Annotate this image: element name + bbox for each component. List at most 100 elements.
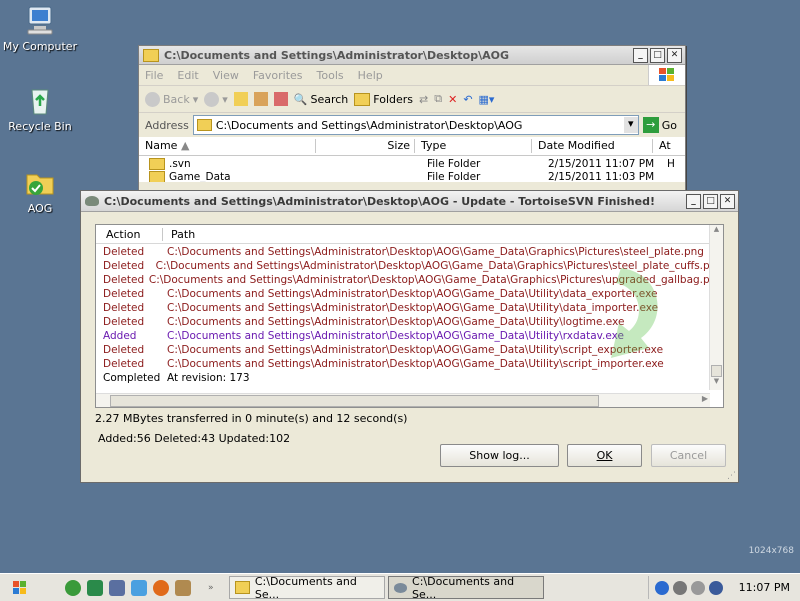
column-name[interactable]: Name ▲	[139, 139, 316, 153]
file-row[interactable]: .svn File Folder 2/15/2011 11:07 PM H	[139, 156, 685, 171]
ok-button[interactable]: OK	[567, 444, 642, 467]
menu-file[interactable]: File	[145, 69, 163, 82]
result-action: Deleted	[103, 316, 145, 328]
file-name: Game_Data	[169, 171, 231, 182]
chevron-down-icon: ▾	[222, 92, 228, 106]
explorer-titlebar[interactable]: C:\Documents and Settings\Administrator\…	[139, 46, 685, 65]
file-row[interactable]: Game_Data File Folder 2/15/2011 11:03 PM	[139, 171, 685, 182]
folder-icon	[149, 171, 165, 182]
dialog-titlebar[interactable]: C:\Documents and Settings\Administrator\…	[81, 191, 738, 212]
close-button[interactable]: ✕	[720, 193, 735, 209]
column-size[interactable]: Size	[316, 139, 415, 153]
search-label: Search	[310, 92, 349, 106]
desktop-icon-recycle-bin[interactable]: Recycle Bin	[0, 84, 80, 133]
back-label: Back	[163, 92, 190, 106]
forward-button[interactable]: ▾	[204, 91, 228, 107]
menu-tools[interactable]: Tools	[317, 69, 344, 82]
folder-icon	[196, 119, 212, 131]
column-action[interactable]: Action	[96, 227, 163, 241]
result-action: Deleted	[103, 260, 145, 272]
menu-view[interactable]: View	[213, 69, 239, 82]
taskbar-svn-button[interactable]: C:\Documents and Se...	[387, 574, 544, 601]
green-app-icon[interactable]	[87, 579, 103, 596]
address-label: Address	[145, 118, 189, 132]
close-button[interactable]: ✕	[667, 47, 682, 63]
minimize-button[interactable]: _	[633, 47, 648, 63]
scroll-right-icon[interactable]: ▶	[702, 394, 708, 403]
column-attributes[interactable]: At	[653, 139, 679, 153]
cancel-button: Cancel	[651, 444, 726, 467]
cheetah-icon[interactable]	[175, 579, 191, 596]
security-icon[interactable]	[672, 580, 687, 595]
search-button[interactable]: 🔍 Search	[294, 93, 349, 106]
undo-icon[interactable]: ↶	[463, 93, 472, 106]
scrollbar-thumb[interactable]	[110, 395, 599, 407]
show-desktop-icon[interactable]	[109, 579, 125, 596]
desktop-icon-aog[interactable]: AOG	[0, 166, 80, 215]
windows-logo-icon	[13, 580, 26, 594]
forward-arrow-icon	[204, 91, 220, 107]
result-action: Completed	[103, 372, 161, 384]
views-icon[interactable]: ▦▾	[479, 93, 495, 106]
copy-to-icon[interactable]: ⧉	[434, 92, 442, 106]
menu-edit[interactable]: Edit	[177, 69, 198, 82]
windows-logo-icon	[648, 65, 685, 85]
scroll-down-icon[interactable]: ▼	[710, 377, 723, 389]
vertical-scrollbar[interactable]: ▲ ▼	[709, 225, 723, 390]
svn-commit-icon[interactable]	[253, 92, 268, 106]
svn-folder-icon	[24, 166, 56, 198]
system-tray: 11:07 PM	[647, 576, 800, 599]
result-path: At revision: 173	[167, 372, 250, 384]
taskbar-explorer-button[interactable]: C:\Documents and Se...	[228, 575, 385, 601]
horizontal-scrollbar[interactable]: ▶	[96, 393, 710, 407]
delete-icon[interactable]: ✕	[448, 93, 457, 106]
quick-launch-overflow-icon[interactable]: »	[208, 583, 214, 593]
resize-grip-icon[interactable]: ⋰	[727, 471, 736, 481]
file-date: 2/15/2011 11:03 PM	[548, 171, 655, 182]
result-action: Added	[103, 330, 137, 342]
chevron-down-icon[interactable]: ▾	[623, 117, 638, 133]
column-type[interactable]: Type	[415, 139, 532, 153]
minimize-button[interactable]: _	[686, 193, 701, 209]
start-button[interactable]	[0, 576, 40, 600]
utorrent-icon[interactable]	[65, 579, 81, 596]
up-folder-icon[interactable]	[233, 92, 248, 106]
network-icon[interactable]	[654, 580, 669, 595]
file-date: 2/15/2011 11:07 PM	[548, 157, 655, 170]
folder-icon	[234, 581, 250, 594]
clock[interactable]: 11:07 PM	[739, 581, 790, 594]
firefox-icon[interactable]	[153, 579, 169, 596]
update-results-list[interactable]: Action Path Deleted C:\Documents and Sett…	[95, 224, 724, 408]
result-action: Deleted	[103, 302, 145, 314]
tray-app-icon[interactable]	[708, 580, 723, 595]
go-button[interactable]: → Go	[642, 117, 685, 133]
maximize-button[interactable]: □	[650, 47, 665, 63]
svn-update-icon[interactable]	[273, 92, 288, 106]
address-value: C:\Documents and Settings\Administrator\…	[215, 118, 523, 132]
scrollbar-thumb[interactable]	[711, 365, 722, 377]
show-log-button[interactable]: Show log...	[440, 444, 559, 467]
move-to-icon[interactable]: ⇄	[419, 93, 428, 106]
transfer-status: 2.27 MBytes transferred in 0 minute(s) a…	[95, 412, 408, 425]
volume-icon[interactable]	[690, 580, 705, 595]
result-row[interactable]: Completed At revision: 173	[96, 371, 723, 385]
messenger-icon[interactable]	[131, 579, 147, 596]
folders-button[interactable]: Folders	[354, 92, 413, 106]
result-row[interactable]: Deleted C:\Documents and Settings\Adminis…	[96, 245, 723, 259]
file-type: File Folder	[427, 171, 481, 182]
computer-icon	[24, 4, 56, 36]
task-label: C:\Documents and Se...	[412, 574, 515, 601]
dialog-title: C:\Documents and Settings\Administrator\…	[104, 194, 655, 208]
menu-favorites[interactable]: Favorites	[253, 69, 303, 82]
menu-help[interactable]: Help	[358, 69, 383, 82]
tortoise-icon	[393, 582, 408, 593]
scroll-up-icon[interactable]: ▲	[710, 225, 723, 237]
address-input[interactable]: C:\Documents and Settings\Administrator\…	[192, 115, 639, 135]
column-date-modified[interactable]: Date Modified	[532, 139, 653, 153]
change-summary: Added:56 Deleted:43 Updated:102	[98, 432, 291, 445]
desktop-icon-my-computer[interactable]: My Computer	[0, 4, 80, 53]
column-path[interactable]: Path	[163, 228, 195, 241]
back-button[interactable]: Back ▾	[145, 91, 198, 107]
taskbar: » C:\Documents and Se... C:\Documents an…	[0, 573, 800, 601]
maximize-button[interactable]: □	[703, 193, 718, 209]
